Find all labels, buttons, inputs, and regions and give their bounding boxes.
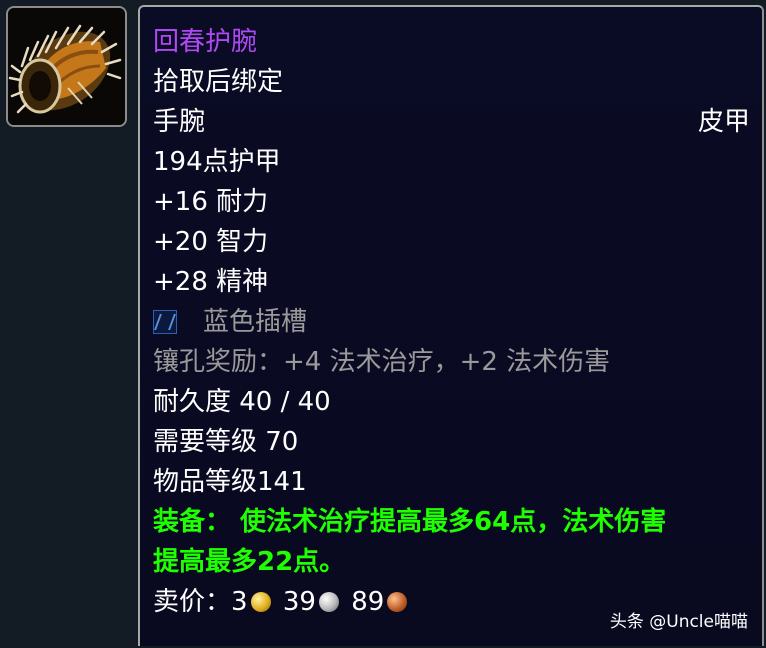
socket-bonus: 镶孔奖励：+4 法术治疗，+2 法术伤害	[153, 347, 611, 377]
armor-type-text: 皮甲	[697, 107, 750, 137]
slot-row: 手腕 皮甲	[153, 105, 750, 139]
socket-row: 蓝色插槽	[153, 305, 750, 339]
gold-amount: 3	[231, 587, 248, 617]
sell-price-label: 卖价：	[153, 587, 232, 617]
silver-amount: 39	[282, 587, 316, 617]
item-icon-frame[interactable]	[6, 6, 127, 127]
copper-amount: 89	[351, 587, 385, 617]
armor-value: 194点护甲	[153, 147, 281, 177]
watermark: 头条 @Uncle喵喵	[609, 612, 748, 632]
socket-text: 蓝色插槽	[203, 307, 308, 337]
slot-text: 手腕	[153, 107, 206, 137]
durability: 耐久度 40 / 40	[153, 387, 331, 417]
equip-effect-line-2: 提高最多22点。	[153, 547, 346, 577]
equip-effect-line-1: 装备： 使法术治疗提高最多64点，法术伤害	[153, 507, 667, 537]
stat-spirit: +28 精神	[153, 267, 269, 297]
stat-stamina: +16 耐力	[153, 187, 269, 217]
required-level: 需要等级 70	[153, 427, 299, 457]
binding-text: 拾取后绑定	[153, 67, 284, 97]
stat-intellect: +20 智力	[153, 227, 269, 257]
bracer-icon	[8, 8, 125, 125]
silver-coin-icon	[318, 592, 339, 612]
item-level: 物品等级141	[153, 467, 307, 497]
blue-socket-icon	[153, 310, 177, 334]
gold-coin-icon	[250, 592, 271, 612]
copper-coin-icon	[387, 592, 408, 612]
item-tooltip: 回春护腕 拾取后绑定 手腕 皮甲 194点护甲 +16 耐力 +20 智力 +2…	[138, 5, 764, 646]
item-name: 回春护腕	[153, 27, 258, 57]
